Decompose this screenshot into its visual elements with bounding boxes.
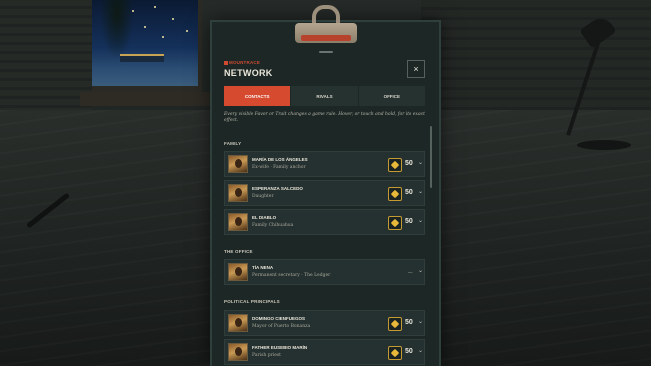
star: [144, 26, 146, 28]
favor-value: 50: [405, 319, 413, 326]
favor-value: 50: [405, 218, 413, 225]
favor-value: 50: [405, 189, 413, 196]
contact-card[interactable]: MARÍA DE LOS ÁNGELES Ex-wife · Family an…: [224, 151, 425, 177]
close-icon: ×: [413, 64, 419, 74]
section-label-political: POLITICAL PRINCIPALS: [224, 299, 280, 304]
close-button[interactable]: ×: [407, 60, 425, 78]
contact-role: Parish priest: [252, 353, 281, 358]
chevron-down-icon[interactable]: ⌄: [418, 347, 423, 354]
contact-role: Family Chihuahua: [252, 223, 294, 228]
contact-name: ESPERANZA SALCEDO: [252, 186, 303, 191]
window-shutters-right: [421, 0, 651, 110]
status-value: —: [408, 270, 413, 275]
clipboard-clip: [295, 5, 357, 43]
contact-role: Mayor of Puerto Bonanza: [252, 324, 311, 329]
tab-office[interactable]: OFFICE: [358, 86, 425, 106]
favor-value: 50: [405, 160, 413, 167]
favor-token-icon[interactable]: [388, 216, 402, 230]
contact-name: DOMINGO CIENFUEGOS: [252, 316, 306, 321]
contact-name: TÍA NENA: [252, 265, 274, 270]
chevron-down-icon[interactable]: ⌄: [418, 188, 423, 195]
contact-card[interactable]: FATHER EUSEBIO MARÍN Parish priest 50 ⌄: [224, 339, 425, 365]
clip-accent: [301, 35, 351, 41]
favor-token-icon[interactable]: [388, 317, 402, 331]
contact-portrait: [228, 314, 248, 332]
star: [132, 10, 134, 12]
contact-portrait: [228, 263, 248, 281]
contact-card[interactable]: DOMINGO CIENFUEGOS Mayor of Puerto Bonan…: [224, 310, 425, 336]
night-window: [92, 0, 202, 92]
desk-lamp-base: [577, 140, 631, 150]
contact-card[interactable]: EL DIABLO Family Chihuahua 50 ⌄: [224, 209, 425, 235]
page-title: NETWORK: [224, 68, 273, 78]
section-label-office: THE OFFICE: [224, 249, 253, 254]
tab-contacts[interactable]: CONTACTS: [224, 86, 292, 106]
chevron-down-icon[interactable]: ⌄: [418, 267, 423, 274]
window-sill: [80, 92, 220, 106]
contact-name: MARÍA DE LOS ÁNGELES: [252, 157, 308, 162]
drag-handle[interactable]: [319, 51, 333, 53]
favor-token-icon[interactable]: [388, 158, 402, 172]
scrollbar-thumb[interactable]: [430, 126, 432, 188]
contact-portrait: [228, 184, 248, 202]
hint-text: Every visible Favor or Trait changes a g…: [224, 112, 425, 123]
star: [172, 18, 174, 20]
contact-role: Daughter: [252, 194, 274, 199]
boat: [120, 54, 164, 62]
contact-name: FATHER EUSEBIO MARÍN: [252, 345, 308, 350]
contact-portrait: [228, 213, 248, 231]
contact-portrait: [228, 155, 248, 173]
contact-name: EL DIABLO: [252, 215, 277, 220]
star: [186, 30, 188, 32]
favor-value: 50: [405, 348, 413, 355]
chevron-down-icon[interactable]: ⌄: [418, 217, 423, 224]
network-panel: MOUNTRACE NETWORK × CONTACTS RIVALS OFFI…: [216, 54, 435, 366]
brand-label: MOUNTRACE: [224, 60, 260, 65]
chevron-down-icon[interactable]: ⌄: [418, 318, 423, 325]
tab-bar: CONTACTS RIVALS OFFICE: [224, 86, 425, 106]
window-shutters-left: [0, 0, 92, 110]
section-label-family: FAMILY: [224, 141, 242, 146]
contact-role: Ex-wife · Family anchor: [252, 165, 306, 170]
favor-token-icon[interactable]: [388, 187, 402, 201]
contact-card[interactable]: ESPERANZA SALCEDO Daughter 50 ⌄: [224, 180, 425, 206]
palm-silhouette: [100, 0, 134, 60]
brand-mark-icon: [224, 60, 228, 65]
chevron-down-icon[interactable]: ⌄: [418, 159, 423, 166]
contact-role: Permanent secretary · The Ledger: [252, 273, 331, 278]
star: [162, 36, 164, 38]
contact-portrait: [228, 343, 248, 361]
tab-rivals[interactable]: RIVALS: [291, 86, 359, 106]
brand-text: MOUNTRACE: [229, 60, 261, 65]
contact-card[interactable]: TÍA NENA Permanent secretary · The Ledge…: [224, 259, 425, 285]
star: [154, 6, 156, 8]
favor-token-icon[interactable]: [388, 346, 402, 360]
